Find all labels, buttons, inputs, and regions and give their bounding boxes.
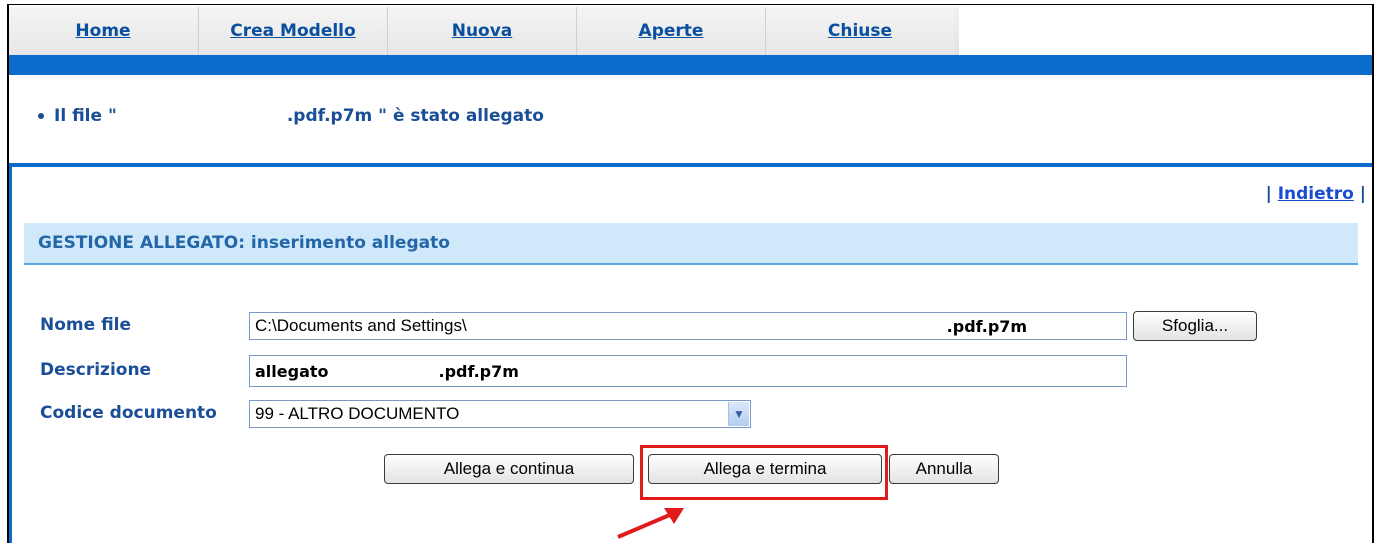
back-separator-left: | <box>1265 184 1272 204</box>
section-title: GESTIONE ALLEGATO: inserimento allegato <box>24 223 1358 265</box>
attachment-notice: Il file " .pdf.p7m " è stato allegato <box>38 106 544 126</box>
codice-selected-value: 99 - ALTRO DOCUMENTO <box>255 404 460 423</box>
descrizione-value-end: .pdf.p7m <box>438 361 519 381</box>
notice-suffix: .pdf.p7m " è stato allegato <box>286 106 544 126</box>
bullet-icon <box>38 113 44 119</box>
tab-home[interactable]: Home <box>9 7 197 55</box>
back-separator-right: | <box>1359 184 1366 204</box>
descrizione-value-start: allegato <box>255 361 329 381</box>
nome-file-label: Nome file <box>40 315 132 335</box>
highlight-box <box>640 445 888 500</box>
tab-row: Home Crea Modello Nuova Aperte Chiuse <box>9 7 959 55</box>
descrizione-input[interactable]: allegato .pdf.p7m <box>249 355 1127 387</box>
top-navigation: Home Crea Modello Nuova Aperte Chiuse <box>9 5 1372 55</box>
nome-file-value-end: .pdf.p7m <box>946 316 1028 336</box>
tab-nuova[interactable]: Nuova <box>387 7 576 55</box>
back-link[interactable]: Indietro <box>1278 184 1354 204</box>
back-link-group: | Indietro | <box>1266 184 1366 204</box>
annulla-button[interactable]: Annulla <box>889 454 999 484</box>
allega-e-continua-button[interactable]: Allega e continua <box>384 454 634 484</box>
chevron-down-icon[interactable]: ▼ <box>728 402 749 426</box>
tab-crea-modello[interactable]: Crea Modello <box>198 7 387 55</box>
tab-chiuse[interactable]: Chiuse <box>765 7 954 55</box>
descrizione-label: Descrizione <box>40 360 152 380</box>
browse-button[interactable]: Sfoglia... <box>1133 311 1257 341</box>
nav-blue-bar <box>9 55 1372 75</box>
notice-prefix: Il file " <box>54 106 117 126</box>
codice-documento-select[interactable]: 99 - ALTRO DOCUMENTO ▼ <box>249 400 751 428</box>
tab-aperte[interactable]: Aperte <box>576 7 765 55</box>
nome-file-value-start: C:\Documents and Settings\ <box>255 316 467 335</box>
nome-file-input[interactable]: C:\Documents and Settings\ .pdf.p7m <box>249 312 1127 340</box>
codice-documento-label: Codice documento <box>40 403 217 423</box>
